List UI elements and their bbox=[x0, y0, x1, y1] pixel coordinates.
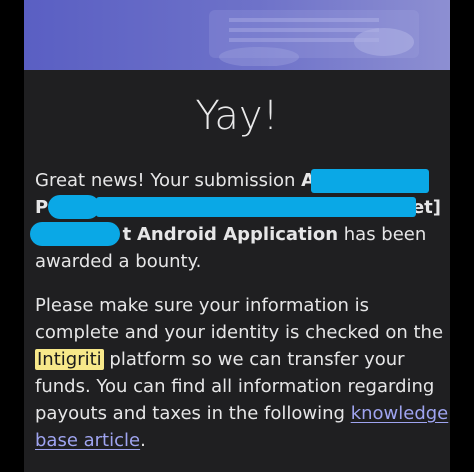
redaction-mark-4 bbox=[30, 222, 120, 246]
period-text: . bbox=[140, 430, 146, 451]
info-line-5-text: payouts and taxes in the following bbox=[35, 403, 345, 424]
knowledge-base-link-part-2[interactable]: base article bbox=[35, 430, 140, 451]
laptop-hands-illustration bbox=[209, 10, 419, 66]
info-line-3-rest: platform so we can transfer your bbox=[109, 349, 405, 370]
submission-title-fragment-3: et] bbox=[411, 197, 441, 218]
platform-name-highlight: Intigriti bbox=[35, 349, 104, 370]
info-line-4: funds. You can find all information rega… bbox=[35, 376, 435, 397]
submission-intro-text: Great news! Your submission bbox=[35, 170, 296, 191]
knowledge-base-link-part-1[interactable]: knowledge bbox=[351, 403, 449, 424]
redaction-mark-2 bbox=[48, 195, 100, 219]
info-line-6: base article. bbox=[35, 427, 445, 454]
header-banner-image bbox=[24, 0, 450, 70]
instructions-paragraph: Please make sure your information is com… bbox=[35, 292, 448, 454]
yay-heading: Yay! bbox=[195, 93, 279, 139]
submission-title-fragment-1: P bbox=[35, 197, 49, 218]
redaction-mark-1 bbox=[311, 169, 429, 193]
info-line-3: Intigriti platform so we can transfer yo… bbox=[35, 346, 445, 373]
awarded-text-2: awarded a bounty. bbox=[35, 251, 202, 272]
submission-line-4: awarded a bounty. bbox=[35, 248, 445, 275]
screenshot-frame: Yay! Great news! Your submission A P T e… bbox=[0, 0, 474, 472]
info-line-2: complete and your identity is checked on… bbox=[35, 322, 444, 343]
email-card: Yay! Great news! Your submission A P T e… bbox=[24, 0, 450, 472]
awarded-text-1: has been bbox=[343, 224, 427, 245]
submission-title-fragment-5: t bbox=[122, 224, 132, 245]
redaction-mark-3 bbox=[96, 197, 416, 217]
app-name: Android Application bbox=[137, 224, 339, 245]
info-line-1: Please make sure your information is bbox=[35, 295, 370, 316]
info-line-5: payouts and taxes in the following knowl… bbox=[35, 400, 448, 427]
